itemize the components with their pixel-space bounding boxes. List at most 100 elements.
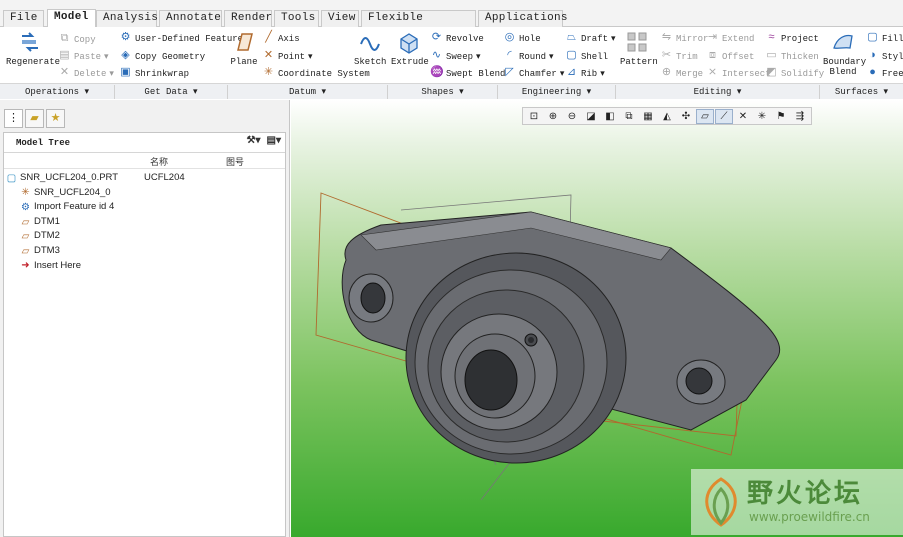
group-surfaces[interactable]: Surfaces ▾ xyxy=(820,85,903,99)
model-tree-tools: ⚒▾ ▤▾ xyxy=(247,135,281,147)
point-button[interactable]: ✕ Point ▾ xyxy=(262,49,313,64)
solidify-label: Solidify xyxy=(781,68,825,79)
copy-button[interactable]: ⧉ Copy xyxy=(58,32,96,47)
group-get-data-label: Get Data xyxy=(144,87,188,97)
merge-button[interactable]: ⊕ Merge xyxy=(660,66,703,81)
extrude-button[interactable]: Extrude xyxy=(391,30,429,67)
trim-button[interactable]: ✂ Trim xyxy=(660,49,698,64)
extend-button[interactable]: ⇥ Extend xyxy=(706,31,755,46)
copy-geometry-button[interactable]: ◈ Copy Geometry xyxy=(119,49,205,64)
tab-render[interactable]: Render xyxy=(224,10,272,27)
axis-label: Axis xyxy=(278,33,300,44)
group-engineering[interactable]: Engineering ▾ xyxy=(498,85,616,99)
delete-icon: ✕ xyxy=(59,67,70,79)
csys-button[interactable]: ✳ Coordinate System xyxy=(262,66,370,81)
column-number-header[interactable]: 图号 xyxy=(226,155,244,168)
pattern-button[interactable]: Pattern xyxy=(620,30,658,67)
axis-button[interactable]: ╱ Axis xyxy=(262,31,300,46)
tab-tools[interactable]: Tools xyxy=(274,10,319,27)
regenerate-button[interactable]: Regenerate xyxy=(6,30,60,67)
sketch-icon xyxy=(360,37,380,51)
group-get-data[interactable]: Get Data ▾ xyxy=(115,85,228,99)
round-label: Round xyxy=(519,51,547,62)
fill-label: Fill xyxy=(882,33,903,44)
merge-icon: ⊕ xyxy=(661,67,672,79)
point-label: Point xyxy=(278,51,306,62)
insert-here-icon: ➜ xyxy=(21,260,30,272)
tree-row[interactable]: ▱ DTM1 xyxy=(4,215,285,230)
group-operations-label: Operations xyxy=(25,87,80,97)
draft-label: Draft xyxy=(581,33,609,44)
rib-label: Rib xyxy=(581,68,598,79)
chamfer-label: Chamfer xyxy=(519,68,557,79)
tree-row[interactable]: ✳ SNR_UCFL204_0 xyxy=(4,186,285,201)
mirror-button[interactable]: ⇋ Mirror xyxy=(660,31,709,46)
tree-row-label: Import Feature id 4 xyxy=(34,201,115,213)
column-name-header[interactable]: 名称 xyxy=(150,155,168,168)
solidify-button[interactable]: ◩ Solidify xyxy=(765,66,824,81)
swept-blend-button[interactable]: ♒ Swept Blend xyxy=(430,66,505,81)
paste-button[interactable]: ▤ Paste ▾ xyxy=(58,49,108,64)
project-button[interactable]: ≈ Project xyxy=(765,31,819,46)
udf-icon: ⚙ xyxy=(120,32,131,44)
tab-view[interactable]: View xyxy=(321,10,359,27)
extend-label: Extend xyxy=(722,33,755,44)
tree-row[interactable]: ▱ DTM3 xyxy=(4,244,285,259)
solidify-icon: ◩ xyxy=(766,67,777,79)
tree-settings-icon[interactable]: ⚒▾ xyxy=(247,135,261,147)
tab-applications[interactable]: Applications xyxy=(478,10,568,27)
freestyle-button[interactable]: ● Frees xyxy=(866,66,903,81)
plane-button[interactable]: Plane xyxy=(230,30,258,67)
graphics-viewport[interactable]: ⊡ ⊕ ⊖ ◪ ◧ ⧉ ▦ ◭ ✣ ▱ ⟋ ✕ ✳ ⚑ ⇶ 野火论坛 www.p… xyxy=(291,100,903,537)
style-button[interactable]: ◑ Style xyxy=(866,49,903,64)
rib-button[interactable]: ⊿ Rib ▾ xyxy=(565,66,605,81)
datum-plane-icon: ▱ xyxy=(21,216,30,228)
boundary-blend-button[interactable]: Boundary Blend xyxy=(823,30,866,77)
folder-browser-tab[interactable]: ▰ xyxy=(25,109,44,128)
udf-button[interactable]: ⚙ User-Defined Feature xyxy=(119,31,243,46)
group-datum[interactable]: Datum ▾ xyxy=(228,85,388,99)
trim-label: Trim xyxy=(676,51,698,62)
round-button[interactable]: ◜ Round ▾ xyxy=(503,49,553,64)
shrinkwrap-button[interactable]: ▣ Shrinkwrap xyxy=(119,66,189,81)
offset-label: Offset xyxy=(722,51,755,62)
tab-annotate[interactable]: Annotate xyxy=(159,10,222,27)
favorites-tab[interactable]: ★ xyxy=(46,109,65,128)
paste-icon: ▤ xyxy=(59,50,70,62)
hole-label: Hole xyxy=(519,33,541,44)
group-shapes-label: Shapes xyxy=(421,87,454,97)
tree-row-label: DTM1 xyxy=(34,215,60,227)
model-tree-tab[interactable]: ⋮ xyxy=(4,109,23,128)
tree-row[interactable]: ▢ SNR_UCFL204_0.PRT UCFL204 xyxy=(4,171,285,186)
style-icon: ◑ xyxy=(869,50,876,62)
chamfer-button[interactable]: ◸ Chamfer ▾ xyxy=(503,66,564,81)
tree-row-name: ▱ DTM2 xyxy=(20,229,60,244)
tree-row-name: ▱ DTM1 xyxy=(20,215,60,230)
thicken-button[interactable]: ▭ Thicken xyxy=(765,49,819,64)
fill-button[interactable]: ▢ Fill xyxy=(866,31,903,46)
tab-analysis[interactable]: Analysis xyxy=(96,10,158,27)
intersect-button[interactable]: ⨯ Intersect xyxy=(706,66,771,81)
tab-flexible-modeling[interactable]: Flexible Modeling xyxy=(361,10,476,39)
sweep-button[interactable]: ∿ Sweep ▾ xyxy=(430,49,481,64)
sketch-button[interactable]: Sketch xyxy=(354,30,386,67)
group-shapes[interactable]: Shapes ▾ xyxy=(388,85,498,99)
merge-label: Merge xyxy=(676,68,704,79)
part-icon: ▢ xyxy=(6,172,17,184)
watermark-logo-icon xyxy=(705,477,737,527)
project-label: Project xyxy=(781,33,819,44)
delete-button[interactable]: ✕ Delete ▾ xyxy=(58,66,114,81)
tree-filter-icon[interactable]: ▤▾ xyxy=(267,135,281,147)
tab-file[interactable]: File ▾ xyxy=(3,10,44,39)
tree-row[interactable]: ▱ DTM2 xyxy=(4,229,285,244)
offset-button[interactable]: ⧈ Offset xyxy=(706,49,754,64)
group-operations[interactable]: Operations ▾ xyxy=(0,85,115,99)
draft-button[interactable]: ⏢ Draft ▾ xyxy=(565,31,615,46)
tree-row[interactable]: ⚙ Import Feature id 4 xyxy=(4,200,285,215)
tree-row[interactable]: ➜ Insert Here xyxy=(4,259,285,274)
tab-model[interactable]: Model xyxy=(47,9,96,27)
revolve-button[interactable]: ⟳ Revolve xyxy=(430,31,484,46)
shell-button[interactable]: ▢ Shell xyxy=(565,49,608,64)
hole-button[interactable]: ◎ Hole xyxy=(503,31,541,46)
group-editing[interactable]: Editing ▾ xyxy=(616,85,820,99)
